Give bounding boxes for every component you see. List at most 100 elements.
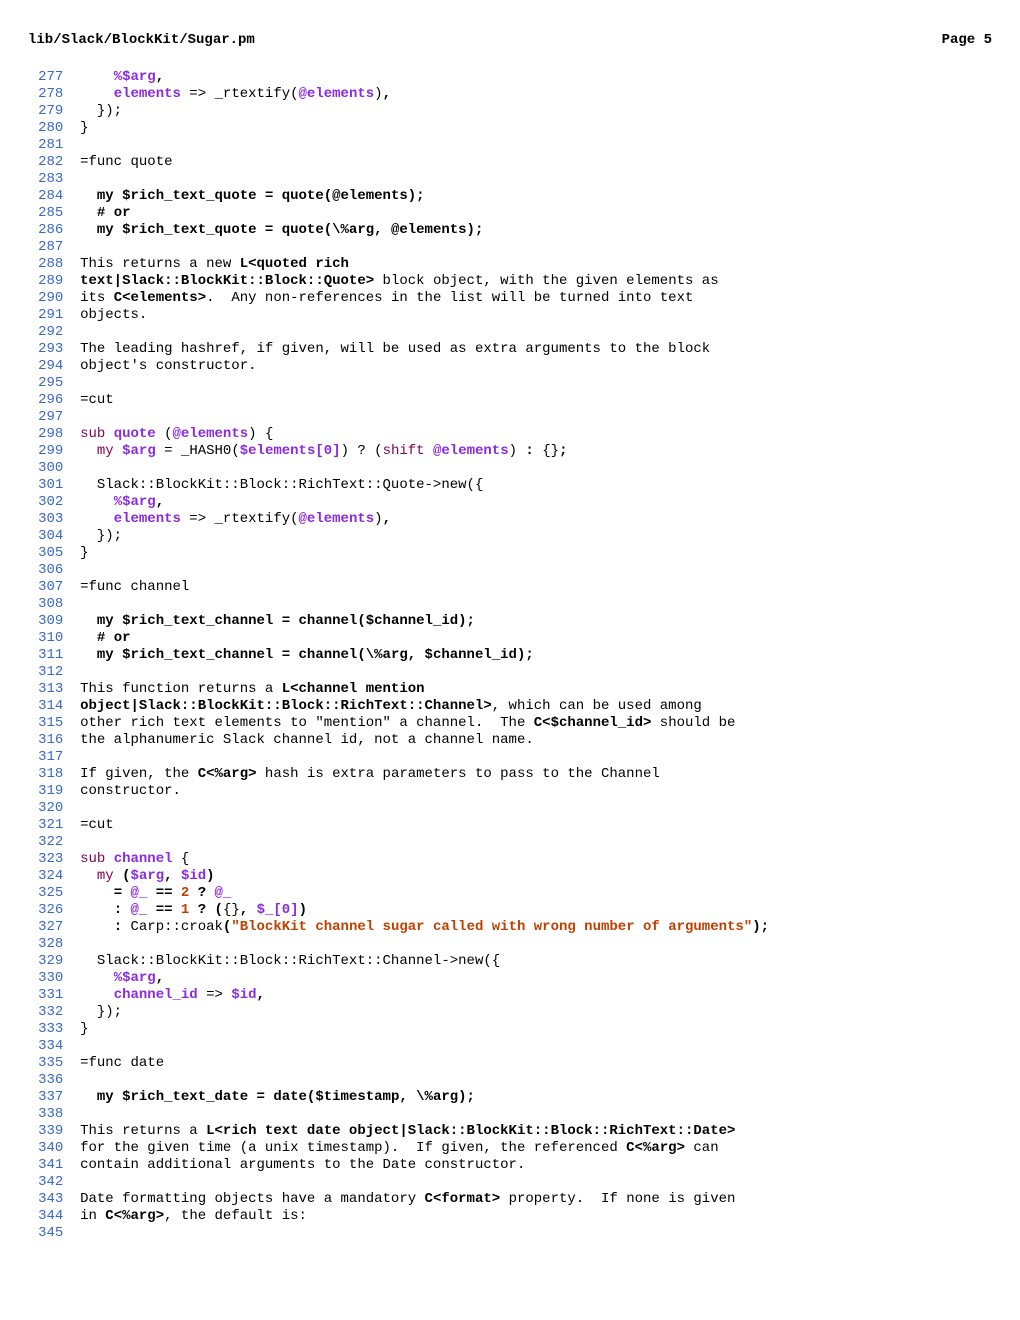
code-token: {}	[542, 443, 559, 459]
code-token: :	[114, 919, 131, 935]
line-number: 315	[28, 715, 63, 732]
code-token: %$arg	[114, 970, 156, 986]
code-token: )	[374, 511, 382, 527]
code-token: $_[0]	[257, 902, 299, 918]
line-number: 325	[28, 885, 63, 902]
code-token: channel	[114, 851, 173, 867]
code-line: 323sub channel {	[28, 851, 992, 868]
line-number: 301	[28, 477, 63, 494]
code-line: 336	[28, 1072, 992, 1089]
code-token: If given, the	[80, 766, 198, 782]
line-number: 333	[28, 1021, 63, 1038]
code-token: }	[80, 1021, 88, 1037]
line-number: 290	[28, 290, 63, 307]
code-line: 282=func quote	[28, 154, 992, 171]
line-number: 314	[28, 698, 63, 715]
line-number: 291	[28, 307, 63, 324]
code-token: => _rtextify(	[181, 86, 299, 102]
line-number: 297	[28, 409, 63, 426]
code-token: my $rich_text_channel = channel($channel…	[97, 613, 475, 629]
code-token: $elements[0]	[240, 443, 341, 459]
code-line: 286 my $rich_text_quote = quote(\%arg, @…	[28, 222, 992, 239]
code-token: can	[685, 1140, 719, 1156]
line-number: 312	[28, 664, 63, 681]
code-line: 305}	[28, 545, 992, 562]
code-line: 277 %$arg,	[28, 69, 992, 86]
code-line: 330 %$arg,	[28, 970, 992, 987]
line-number: 299	[28, 443, 63, 460]
code-line: 343Date formatting objects have a mandat…	[28, 1191, 992, 1208]
code-line: 289text|Slack::BlockKit::Block::Quote> b…	[28, 273, 992, 290]
line-number: 300	[28, 460, 63, 477]
code-token: shift	[383, 443, 425, 459]
code-line: 322	[28, 834, 992, 851]
code-token: =cut	[80, 817, 114, 833]
code-token: %$arg	[114, 69, 156, 85]
code-line: 334	[28, 1038, 992, 1055]
code-token: @elements	[173, 426, 249, 442]
code-line: 300	[28, 460, 992, 477]
code-token: This returns a	[80, 1123, 206, 1139]
line-number: 285	[28, 205, 63, 222]
page: lib/Slack/BlockKit/Sugar.pm Page 5 277 %…	[0, 0, 1020, 1320]
code-token: # or	[97, 630, 131, 646]
code-token: ,	[156, 69, 164, 85]
code-token: @_	[131, 902, 148, 918]
line-number: 303	[28, 511, 63, 528]
code-token: text|Slack::BlockKit::Block::Quote>	[80, 273, 374, 289]
line-number: 294	[28, 358, 63, 375]
code-line: 327 : Carp::croak("BlockKit channel suga…	[28, 919, 992, 936]
line-number: 310	[28, 630, 63, 647]
code-token	[80, 511, 114, 527]
line-number: 342	[28, 1174, 63, 1191]
code-token: . Any non-references in the list will be…	[206, 290, 693, 306]
line-number: 282	[28, 154, 63, 171]
code-token: ,	[164, 868, 181, 884]
code-line: 338	[28, 1106, 992, 1123]
file-path: lib/Slack/BlockKit/Sugar.pm	[28, 32, 255, 49]
code-line: 317	[28, 749, 992, 766]
line-number: 280	[28, 120, 63, 137]
code-token: ,	[383, 511, 391, 527]
code-listing: 277 %$arg,278 elements => _rtextify(@ele…	[28, 69, 992, 1242]
code-token: C<format>	[425, 1191, 501, 1207]
code-token	[80, 902, 114, 918]
code-token: This function returns a	[80, 681, 282, 697]
code-token: hash is extra parameters to pass to the …	[257, 766, 660, 782]
code-token: Slack::BlockKit::Block::RichText::Channe…	[80, 953, 500, 969]
code-line: 284 my $rich_text_quote = quote(@element…	[28, 188, 992, 205]
code-token	[80, 205, 97, 221]
line-number: 306	[28, 562, 63, 579]
line-number: 313	[28, 681, 63, 698]
code-line: 280}	[28, 120, 992, 137]
code-token	[425, 443, 433, 459]
line-number: 335	[28, 1055, 63, 1072]
code-line: 331 channel_id => $id,	[28, 987, 992, 1004]
code-token	[80, 86, 114, 102]
code-token	[80, 647, 97, 663]
code-token: )	[374, 86, 382, 102]
code-line: 302 %$arg,	[28, 494, 992, 511]
line-number: 296	[28, 392, 63, 409]
code-token	[80, 970, 114, 986]
line-number: 336	[28, 1072, 63, 1089]
code-token: L<rich text date object|Slack::BlockKit:…	[206, 1123, 735, 1139]
code-line: 301 Slack::BlockKit::Block::RichText::Qu…	[28, 477, 992, 494]
code-token: {	[173, 851, 190, 867]
line-number: 328	[28, 936, 63, 953]
code-line: 285 # or	[28, 205, 992, 222]
code-line: 292	[28, 324, 992, 341]
code-line: 328	[28, 936, 992, 953]
line-number: 307	[28, 579, 63, 596]
code-token: $arg	[122, 443, 156, 459]
code-token: channel_id	[114, 987, 198, 1003]
code-line: 332 });	[28, 1004, 992, 1021]
line-number: 323	[28, 851, 63, 868]
code-token: constructor.	[80, 783, 181, 799]
line-number: 332	[28, 1004, 63, 1021]
code-line: 314object|Slack::BlockKit::Block::RichTe…	[28, 698, 992, 715]
line-number: 330	[28, 970, 63, 987]
code-token: property. If none is given	[500, 1191, 735, 1207]
code-line: 298sub quote (@elements) {	[28, 426, 992, 443]
line-number: 293	[28, 341, 63, 358]
